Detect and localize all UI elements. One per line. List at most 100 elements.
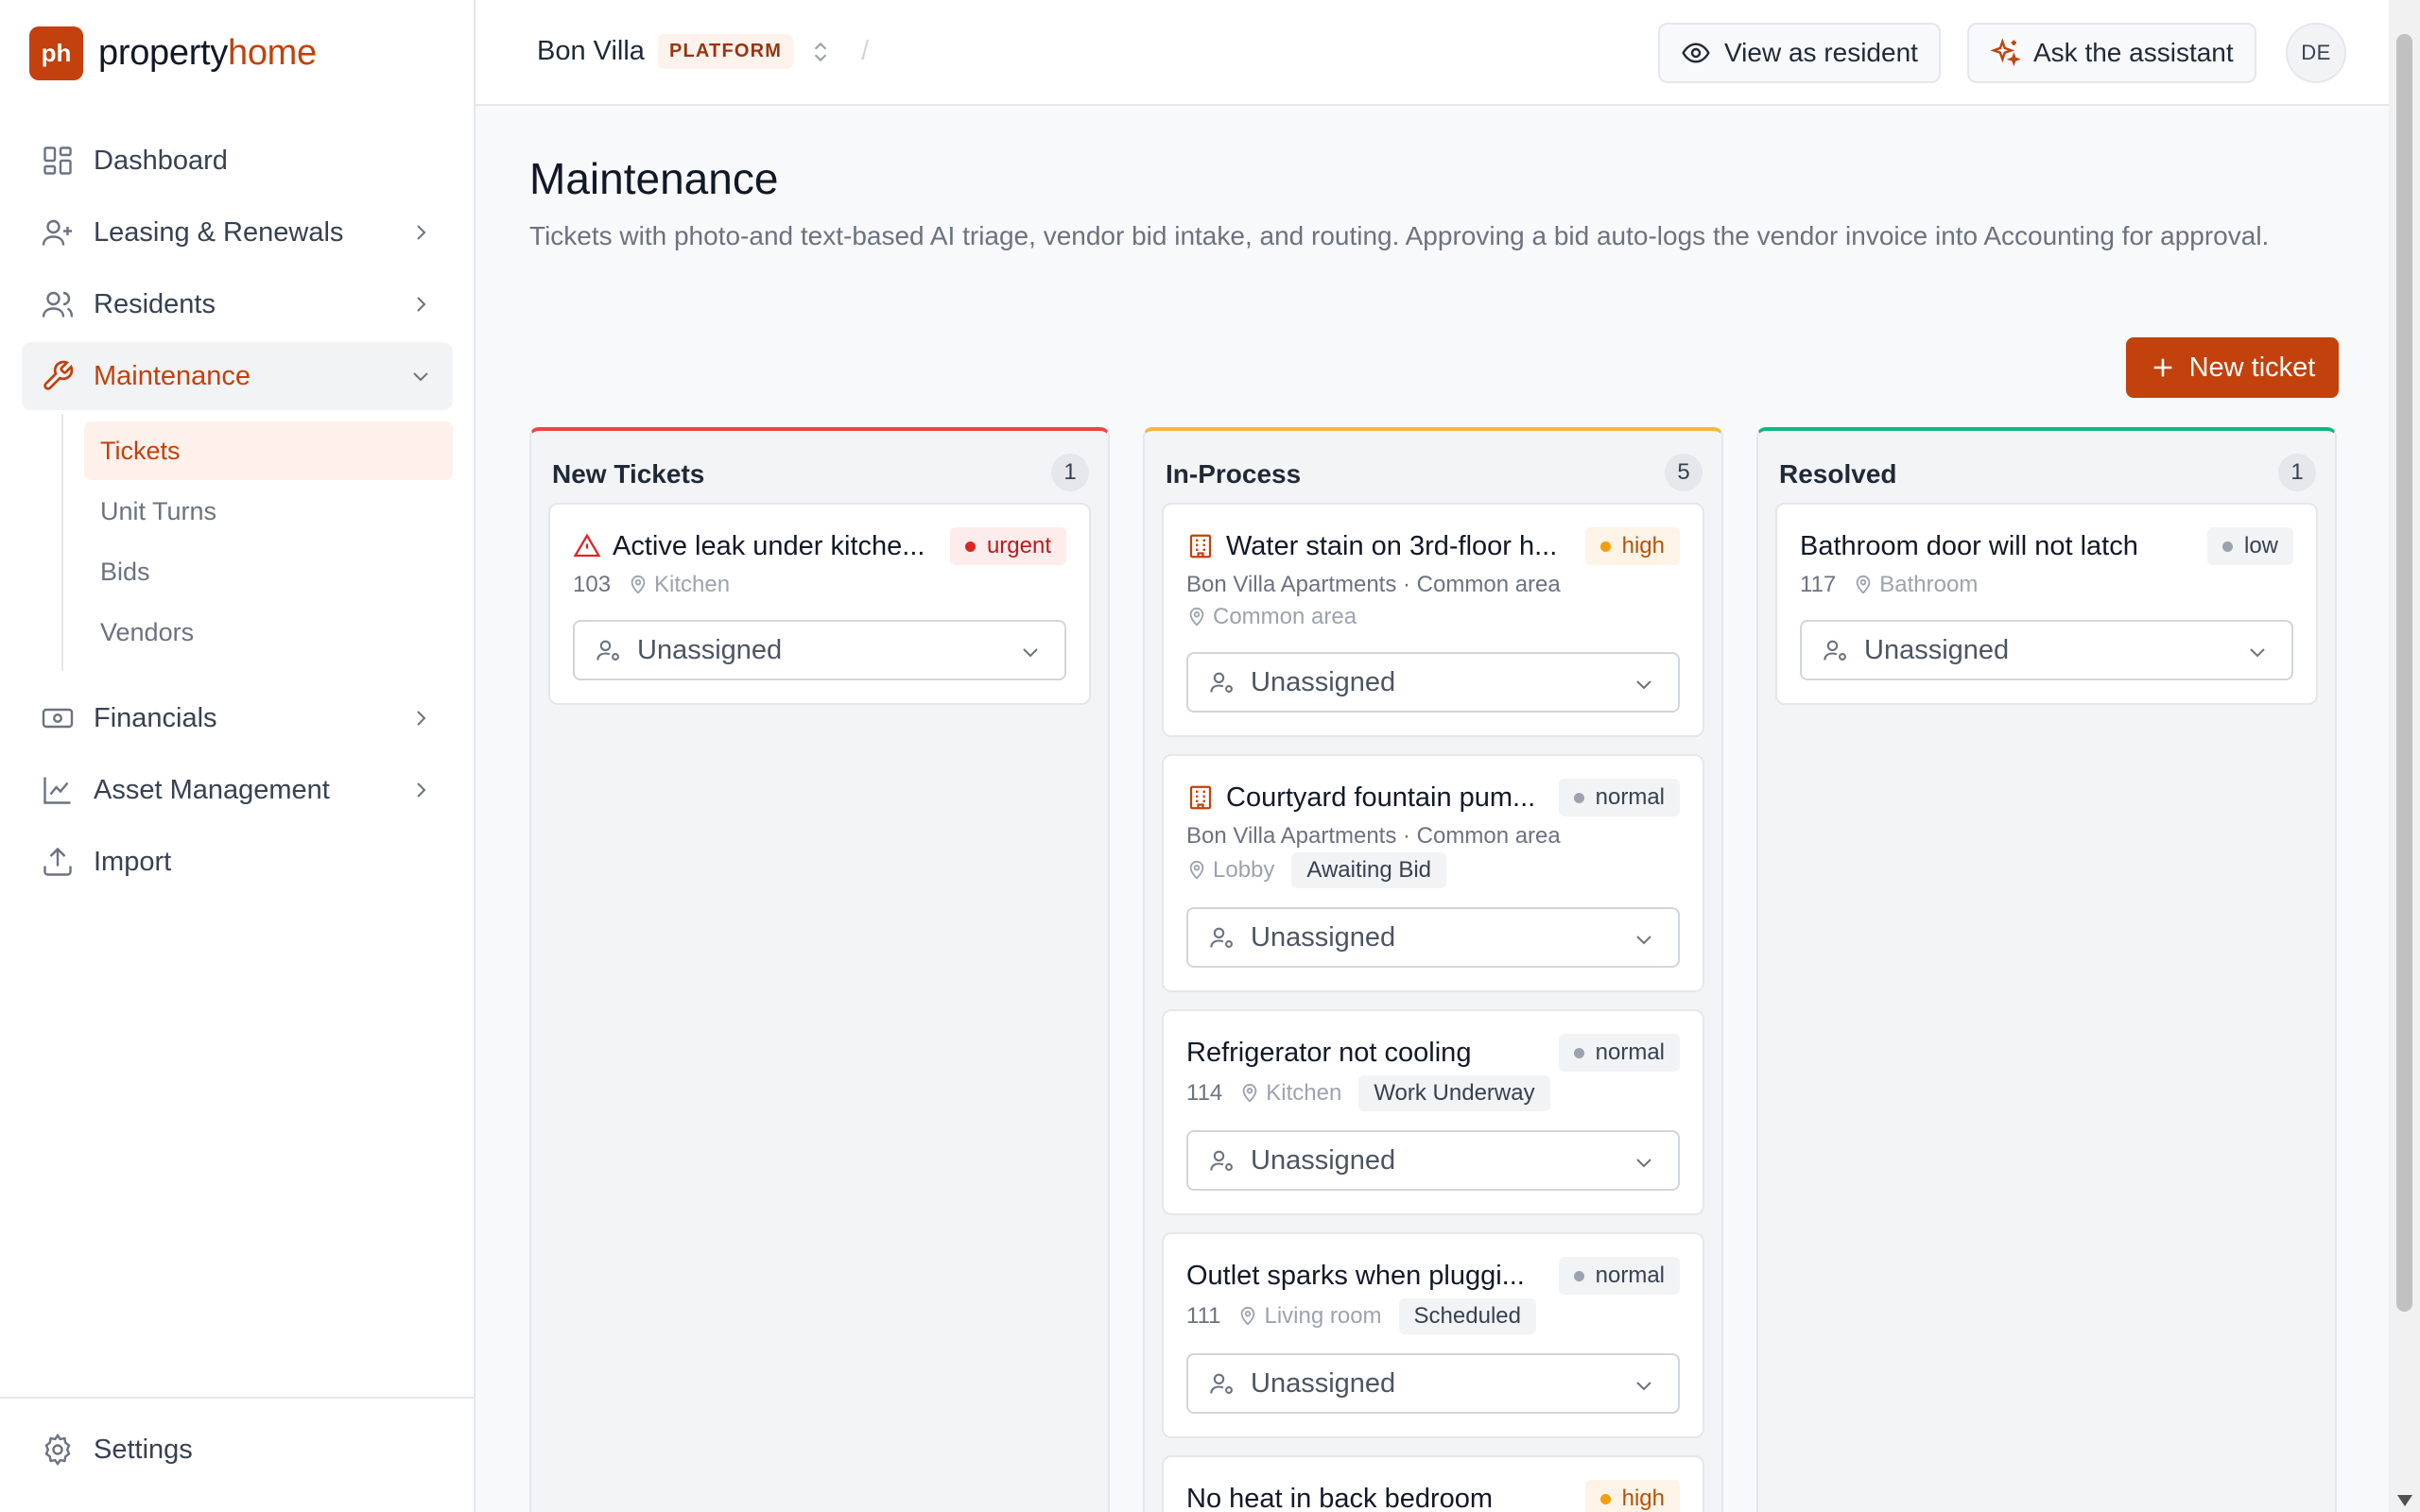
sidebar-item-dashboard[interactable]: Dashboard [22, 127, 453, 195]
ticket-title: Active leak under kitche... [613, 530, 925, 561]
ticket-title: Bathroom door will not latch [1800, 530, 2138, 561]
settings-label: Settings [94, 1434, 193, 1465]
sidebar-item-financials[interactable]: Financials [22, 684, 453, 752]
assignee-select[interactable]: Unassigned [1800, 620, 2293, 680]
priority-label: low [2243, 533, 2278, 558]
view-as-resident-button[interactable]: View as resident [1658, 23, 1941, 83]
assignee-select[interactable]: Unassigned [1186, 652, 1680, 713]
ticket-title: Water stain on 3rd-floor h... [1226, 530, 1558, 561]
assignee-select[interactable]: Unassigned [573, 620, 1066, 680]
sidebar-footer: Settings [0, 1397, 474, 1512]
sidebar-subitem-vendors[interactable]: Vendors [84, 603, 453, 662]
sidebar-subitem-unit-turns[interactable]: Unit Turns [84, 482, 453, 541]
page-scrollbar[interactable] [2389, 0, 2420, 1512]
status-badge: Awaiting Bid [1291, 852, 1447, 888]
assignee-value: Unassigned [1251, 666, 1396, 697]
ticket-card[interactable]: Active leak under kitche... urgent 103 K… [548, 503, 1091, 705]
wrench-icon [43, 360, 74, 390]
ticket-card[interactable]: Bathroom door will not latch low 117 Bat… [1775, 503, 2318, 705]
new-ticket-button[interactable]: New ticket [2126, 337, 2339, 398]
priority-dot [1573, 1047, 1584, 1058]
ticket-card[interactable]: Refrigerator not cooling normal 114 Kitc… [1162, 1009, 1704, 1215]
column-in-process: In-Process 5 Water stain on 3rd-floor h.… [1143, 427, 1723, 1512]
sidebar-item-settings[interactable]: Settings [41, 1433, 193, 1467]
sidebar-item-asset-management[interactable]: Asset Management [22, 756, 453, 824]
ticket-card[interactable]: Outlet sparks when pluggi... normal 111 … [1162, 1232, 1704, 1438]
chevron-right-icon [417, 782, 426, 798]
chevron-right-icon [417, 711, 426, 726]
priority-badge: urgent [949, 527, 1066, 565]
ask-assistant-button[interactable]: Ask the assistant [1967, 23, 2256, 83]
chevron-down-icon [1636, 680, 1651, 690]
location-label: Kitchen [654, 572, 731, 597]
line-chart-icon [43, 777, 71, 804]
sidebar-item-residents[interactable]: Residents [22, 270, 453, 338]
ticket-building: Bon Villa Apartments · Common area [1186, 572, 1561, 597]
avatar[interactable]: DE [2286, 23, 2346, 83]
page-title: Maintenance [529, 154, 779, 203]
user-cog-icon [596, 640, 619, 661]
user-cog-icon [1824, 640, 1846, 661]
user-cog-icon [1210, 1150, 1233, 1171]
column-resolved: Resolved 1 Bathroom door will not latch … [1756, 427, 2337, 1512]
column-new-tickets: New Tickets 1 Active leak under kitche..… [529, 427, 1110, 1512]
ticket-location: Lobby [1186, 854, 1274, 886]
assignee-value: Unassigned [1251, 1367, 1396, 1399]
ticket-title: Refrigerator not cooling [1186, 1037, 1472, 1068]
priority-badge: normal [1558, 1034, 1680, 1072]
sidebar-subitem-tickets[interactable]: Tickets [84, 421, 453, 480]
ticket-title: Outlet sparks when pluggi... [1186, 1260, 1525, 1291]
column-header: New Tickets 1 [531, 431, 1108, 503]
sidebar: ph propertyhome Dashboard Leasing & Rene… [0, 0, 475, 1512]
ticket-card[interactable]: Courtyard fountain pum... normal Bon Vil… [1162, 754, 1704, 992]
scroll-down-arrow-icon[interactable] [2397, 1495, 2412, 1506]
property-switcher[interactable]: Bon Villa PLATFORM / [537, 34, 869, 69]
sidebar-item-label: Maintenance [94, 360, 251, 391]
ticket-unit: 114 [1186, 1080, 1223, 1106]
priority-label: normal [1595, 784, 1665, 810]
ticket-unit: 117 [1800, 572, 1837, 597]
chevrons-up-down-icon[interactable] [808, 40, 833, 64]
priority-badge: high [1584, 1480, 1680, 1512]
column-header: Resolved 1 [1758, 431, 2335, 503]
column-title: Resolved [1779, 459, 1897, 489]
sidebar-item-leasing[interactable]: Leasing & Renewals [22, 198, 453, 266]
chevron-down-icon [413, 372, 428, 382]
priority-label: urgent [986, 533, 1051, 558]
user-cog-icon [1210, 1373, 1233, 1394]
column-title: New Tickets [552, 459, 705, 489]
brand-name: propertyhome [98, 33, 317, 74]
sidebar-subitem-bids[interactable]: Bids [84, 542, 453, 601]
maintenance-subnav: Tickets Unit Turns Bids Vendors [61, 414, 453, 671]
ticket-location: Living room [1237, 1300, 1382, 1332]
scrollbar-thumb[interactable] [2396, 34, 2412, 1312]
assignee-value: Unassigned [1251, 921, 1396, 953]
main-nav: Dashboard Leasing & Renewals Residents M… [22, 127, 453, 900]
ticket-building: Bon Villa Apartments · Common area [1186, 823, 1561, 849]
sidebar-item-import[interactable]: Import [22, 828, 453, 896]
priority-label: high [1621, 533, 1665, 558]
chevron-down-icon [1636, 1159, 1651, 1168]
ticket-location: Kitchen [628, 569, 730, 601]
platform-badge: PLATFORM [657, 34, 794, 69]
user-plus-icon [42, 219, 72, 246]
assignee-select[interactable]: Unassigned [1186, 1353, 1680, 1414]
sidebar-item-maintenance[interactable]: Maintenance [22, 342, 453, 410]
column-header: In-Process 5 [1145, 431, 1721, 503]
eye-icon [1682, 43, 1710, 63]
map-pin-icon [1242, 1083, 1257, 1103]
brand[interactable]: ph propertyhome [29, 26, 317, 80]
map-pin-icon [1856, 575, 1871, 594]
ticket-card[interactable]: No heat in back bedroom high [1162, 1455, 1704, 1512]
banknote-icon [42, 708, 74, 729]
ticket-card[interactable]: Water stain on 3rd-floor h... high Bon V… [1162, 503, 1704, 737]
property-name: Bon Villa [537, 36, 645, 66]
assignee-select[interactable]: Unassigned [1186, 907, 1680, 968]
assignee-select[interactable]: Unassigned [1186, 1130, 1680, 1191]
priority-label: normal [1595, 1040, 1665, 1065]
map-pin-icon [1189, 607, 1204, 627]
column-count: 1 [1051, 454, 1089, 491]
assignee-value: Unassigned [1251, 1144, 1396, 1176]
gear-icon [44, 1433, 71, 1467]
priority-badge: normal [1558, 779, 1680, 816]
